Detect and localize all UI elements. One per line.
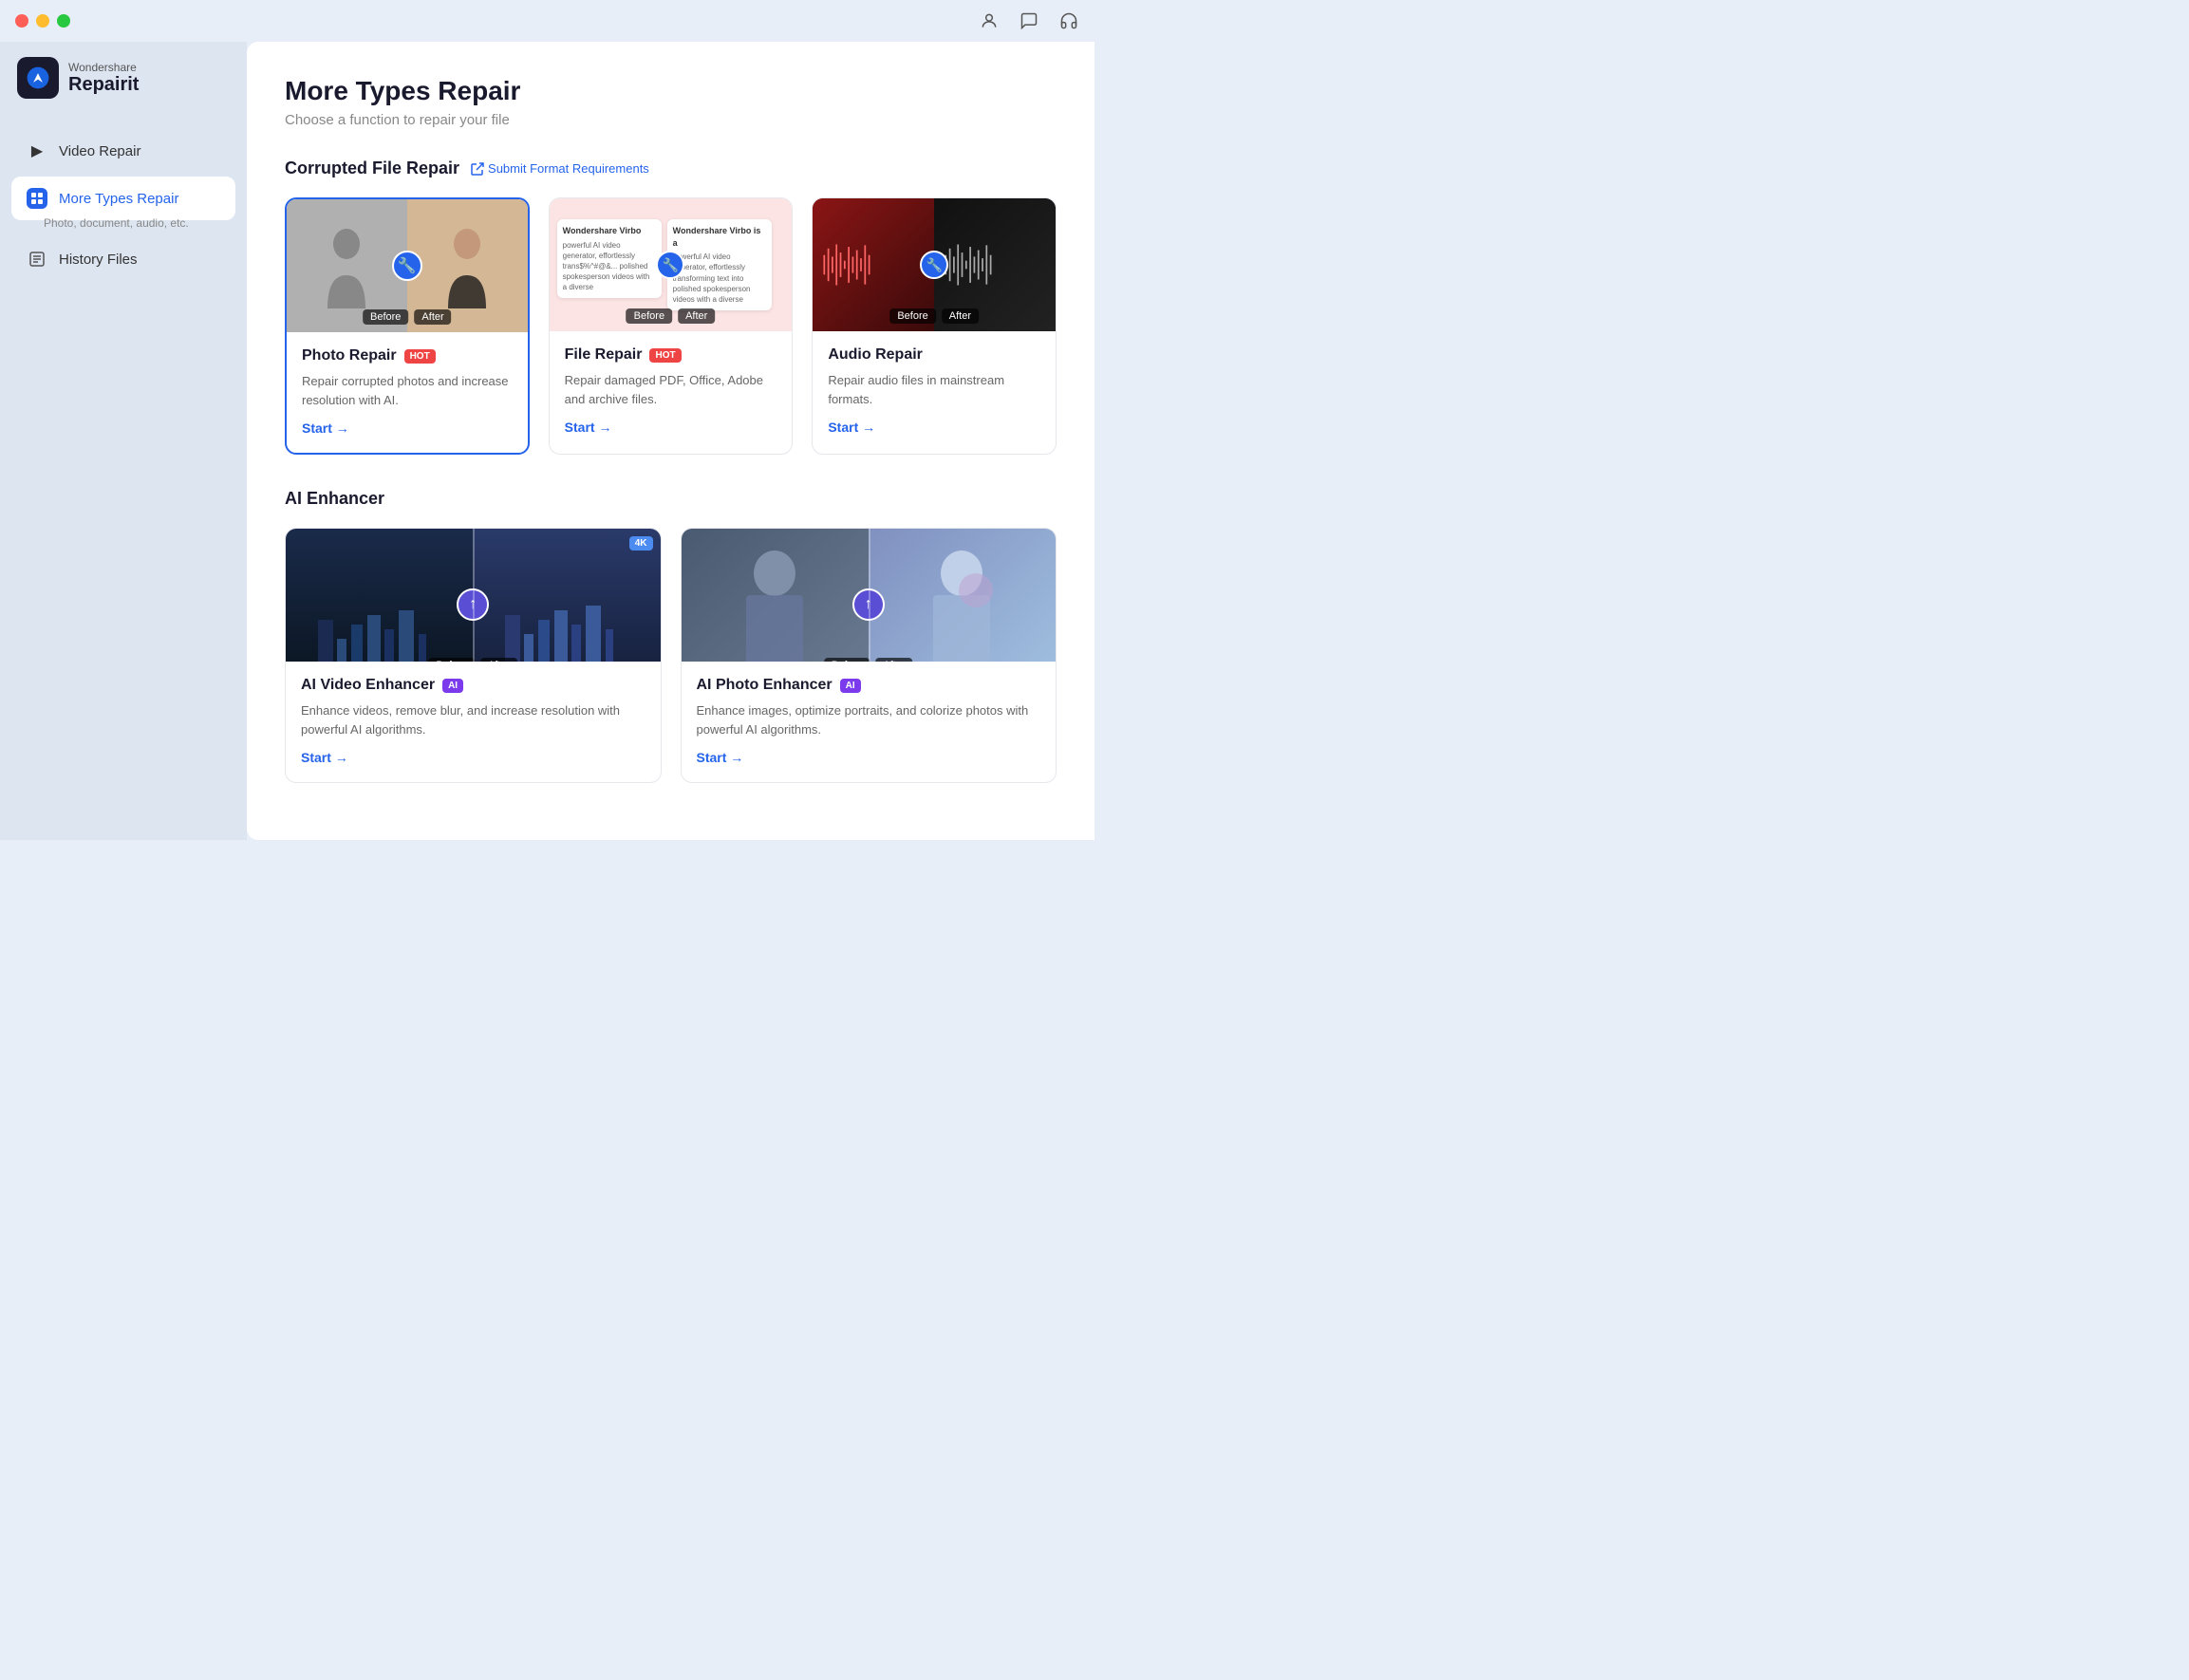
photo-repair-icon-overlay: 🔧 xyxy=(392,251,422,281)
card-ai-video-enhancer[interactable]: 4K ↑ Before After AI Video Enhancer AI xyxy=(285,528,662,783)
audio-before-label: Before xyxy=(889,308,935,324)
ai-video-after-label: After xyxy=(480,658,517,662)
logo-brand: Wondershare xyxy=(68,61,139,74)
section-header-ai: AI Enhancer xyxy=(285,489,1057,509)
card-file-repair[interactable]: Wondershare Virbo powerful AI video gene… xyxy=(549,197,794,455)
sidebar-item-label-more-types: More Types Repair xyxy=(59,191,178,207)
ai-photo-image: ↑ Before After xyxy=(682,529,1057,662)
card-ai-photo-enhancer[interactable]: ↑ Before After AI Photo Enhancer AI Enha… xyxy=(681,528,1057,783)
ai-photo-desc: Enhance images, optimize portraits, and … xyxy=(697,701,1041,738)
app-body: Wondershare Repairit ▶ Video Repair More… xyxy=(0,42,1094,840)
page-subtitle: Choose a function to repair your file xyxy=(285,112,1057,128)
audio-repair-desc: Repair audio files in mainstream formats… xyxy=(828,371,1040,408)
ai-video-title: AI Video Enhancer xyxy=(301,677,435,694)
ai-photo-body: AI Photo Enhancer AI Enhance images, opt… xyxy=(682,662,1057,782)
audio-repair-title-row: Audio Repair xyxy=(828,346,1040,364)
logo-text: Wondershare Repairit xyxy=(68,61,139,96)
ai-photo-title-row: AI Photo Enhancer AI xyxy=(697,677,1041,694)
file-repair-icon-overlay: 🔧 xyxy=(656,251,684,279)
ai-photo-title: AI Photo Enhancer xyxy=(697,677,833,694)
sidebar-item-history-files[interactable]: History Files xyxy=(11,237,235,281)
file-repair-title-row: File Repair HOT xyxy=(565,346,777,364)
ai-video-image: 4K ↑ Before After xyxy=(286,529,661,662)
audio-repair-title: Audio Repair xyxy=(828,346,923,364)
audio-repair-icon-overlay: 🔧 xyxy=(920,251,948,279)
headset-icon[interactable] xyxy=(1058,10,1079,31)
ai-video-start[interactable]: Start → xyxy=(301,750,348,765)
after-label: After xyxy=(414,309,451,325)
audio-repair-body: Audio Repair Repair audio files in mains… xyxy=(813,331,1056,452)
ai-cards-grid: 4K ↑ Before After AI Video Enhancer AI xyxy=(285,528,1057,783)
photo-repair-title-row: Photo Repair HOT xyxy=(302,347,513,364)
ai-video-before-label: Before xyxy=(428,658,474,662)
logo-product: Repairit xyxy=(68,74,139,96)
file-repair-body: File Repair HOT Repair damaged PDF, Offi… xyxy=(550,331,793,452)
file-repair-start[interactable]: Start → xyxy=(565,420,612,435)
4k-badge: 4K xyxy=(629,536,653,551)
card-photo-repair[interactable]: 🔧 Before After Photo Repair HOT Repair c… xyxy=(285,197,530,455)
close-button[interactable] xyxy=(15,14,28,28)
photo-repair-image: 🔧 Before After xyxy=(287,199,528,332)
submit-format-link[interactable]: Submit Format Requirements xyxy=(471,161,649,176)
photo-repair-badge: HOT xyxy=(404,349,436,364)
card-audio-repair[interactable]: 🔧 Before After Audio Repair Repair audio… xyxy=(812,197,1057,455)
audio-after-label: After xyxy=(942,308,979,324)
video-repair-icon: ▶ xyxy=(27,140,47,161)
ai-photo-before-label: Before xyxy=(824,658,870,662)
audio-repair-start[interactable]: Start → xyxy=(828,420,875,435)
file-after-label: After xyxy=(678,308,715,324)
file-repair-image: Wondershare Virbo powerful AI video gene… xyxy=(550,198,793,331)
ai-video-body: AI Video Enhancer AI Enhance videos, rem… xyxy=(286,662,661,782)
ai-video-desc: Enhance videos, remove blur, and increas… xyxy=(301,701,645,738)
app-logo xyxy=(17,57,59,99)
title-bar-actions xyxy=(979,10,1079,31)
file-repair-title: File Repair xyxy=(565,346,643,364)
section-title-corrupted: Corrupted File Repair xyxy=(285,159,459,178)
file-repair-desc: Repair damaged PDF, Office, Adobe and ar… xyxy=(565,371,777,408)
audio-repair-image: 🔧 Before After xyxy=(813,198,1056,331)
sidebar-item-label-video: Video Repair xyxy=(59,143,140,159)
before-label: Before xyxy=(363,309,408,325)
photo-ba-labels: Before After xyxy=(363,309,452,325)
file-before-label: Before xyxy=(627,308,672,324)
ai-video-title-row: AI Video Enhancer AI xyxy=(301,677,645,694)
account-icon[interactable] xyxy=(979,10,1000,31)
ai-video-badge: AI xyxy=(442,679,463,693)
logo-area: Wondershare Repairit xyxy=(11,57,235,99)
minimize-button[interactable] xyxy=(36,14,49,28)
more-types-repair-icon xyxy=(27,188,47,209)
sidebar: Wondershare Repairit ▶ Video Repair More… xyxy=(0,42,247,840)
ai-photo-after-label: After xyxy=(875,658,912,662)
photo-repair-title: Photo Repair xyxy=(302,347,397,364)
main-content: More Types Repair Choose a function to r… xyxy=(247,42,1094,840)
page-title: More Types Repair xyxy=(285,76,1057,106)
photo-repair-start[interactable]: Start → xyxy=(302,420,349,436)
traffic-lights xyxy=(15,14,70,28)
sidebar-item-more-types-repair[interactable]: More Types Repair xyxy=(11,177,235,220)
submit-format-label: Submit Format Requirements xyxy=(488,161,649,176)
ai-video-divider xyxy=(473,529,475,662)
corrupted-cards-grid: 🔧 Before After Photo Repair HOT Repair c… xyxy=(285,197,1057,455)
section-title-ai: AI Enhancer xyxy=(285,489,384,509)
photo-repair-desc: Repair corrupted photos and increase res… xyxy=(302,372,513,409)
ai-photo-start[interactable]: Start → xyxy=(697,750,744,765)
sidebar-item-video-repair[interactable]: ▶ Video Repair xyxy=(11,129,235,173)
chat-icon[interactable] xyxy=(1019,10,1039,31)
ai-photo-badge: AI xyxy=(840,679,861,693)
file-repair-badge: HOT xyxy=(649,348,681,363)
history-files-icon xyxy=(27,249,47,270)
section-header-corrupted: Corrupted File Repair Submit Format Requ… xyxy=(285,159,1057,178)
maximize-button[interactable] xyxy=(57,14,70,28)
sidebar-item-sublabel: Photo, document, audio, etc. xyxy=(44,216,235,230)
photo-repair-body: Photo Repair HOT Repair corrupted photos… xyxy=(287,332,528,453)
title-bar xyxy=(0,0,1094,42)
sidebar-item-label-history: History Files xyxy=(59,252,138,268)
ai-photo-divider xyxy=(869,529,870,662)
